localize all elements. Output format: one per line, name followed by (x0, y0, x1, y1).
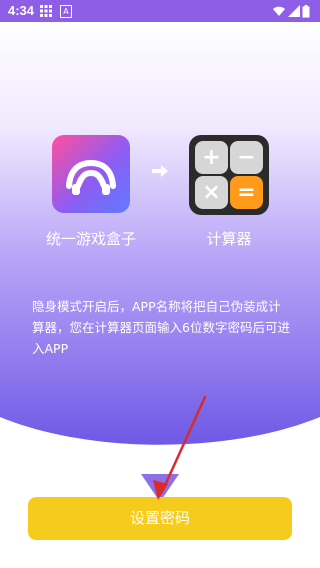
calculator-icon: + − × = (189, 135, 269, 215)
controller-icon (66, 159, 116, 195)
minus-key-icon: − (230, 141, 263, 174)
set-password-button[interactable]: 设置密码 (28, 497, 292, 540)
description-text: 隐身模式开启后，APP名称将把自己伪装成计算器，您在计算器页面输入6位数字密码后… (32, 299, 290, 356)
app-label: 统一游戏盒子 (45, 230, 136, 248)
right-arrow-icon (152, 165, 168, 177)
calculator-label: 计算器 (206, 230, 252, 248)
signal-icon (288, 5, 300, 17)
app-icon (52, 135, 130, 213)
wifi-icon (273, 6, 285, 16)
a-icon: A (60, 5, 72, 18)
grid-icon (40, 5, 52, 17)
equals-key-icon: = (230, 176, 263, 209)
plus-key-icon: + (195, 141, 228, 174)
status-time: 4:34 (8, 3, 35, 18)
multiply-key-icon: × (195, 176, 228, 209)
status-bar: 4:34 A (0, 0, 320, 22)
battery-icon (302, 5, 310, 18)
